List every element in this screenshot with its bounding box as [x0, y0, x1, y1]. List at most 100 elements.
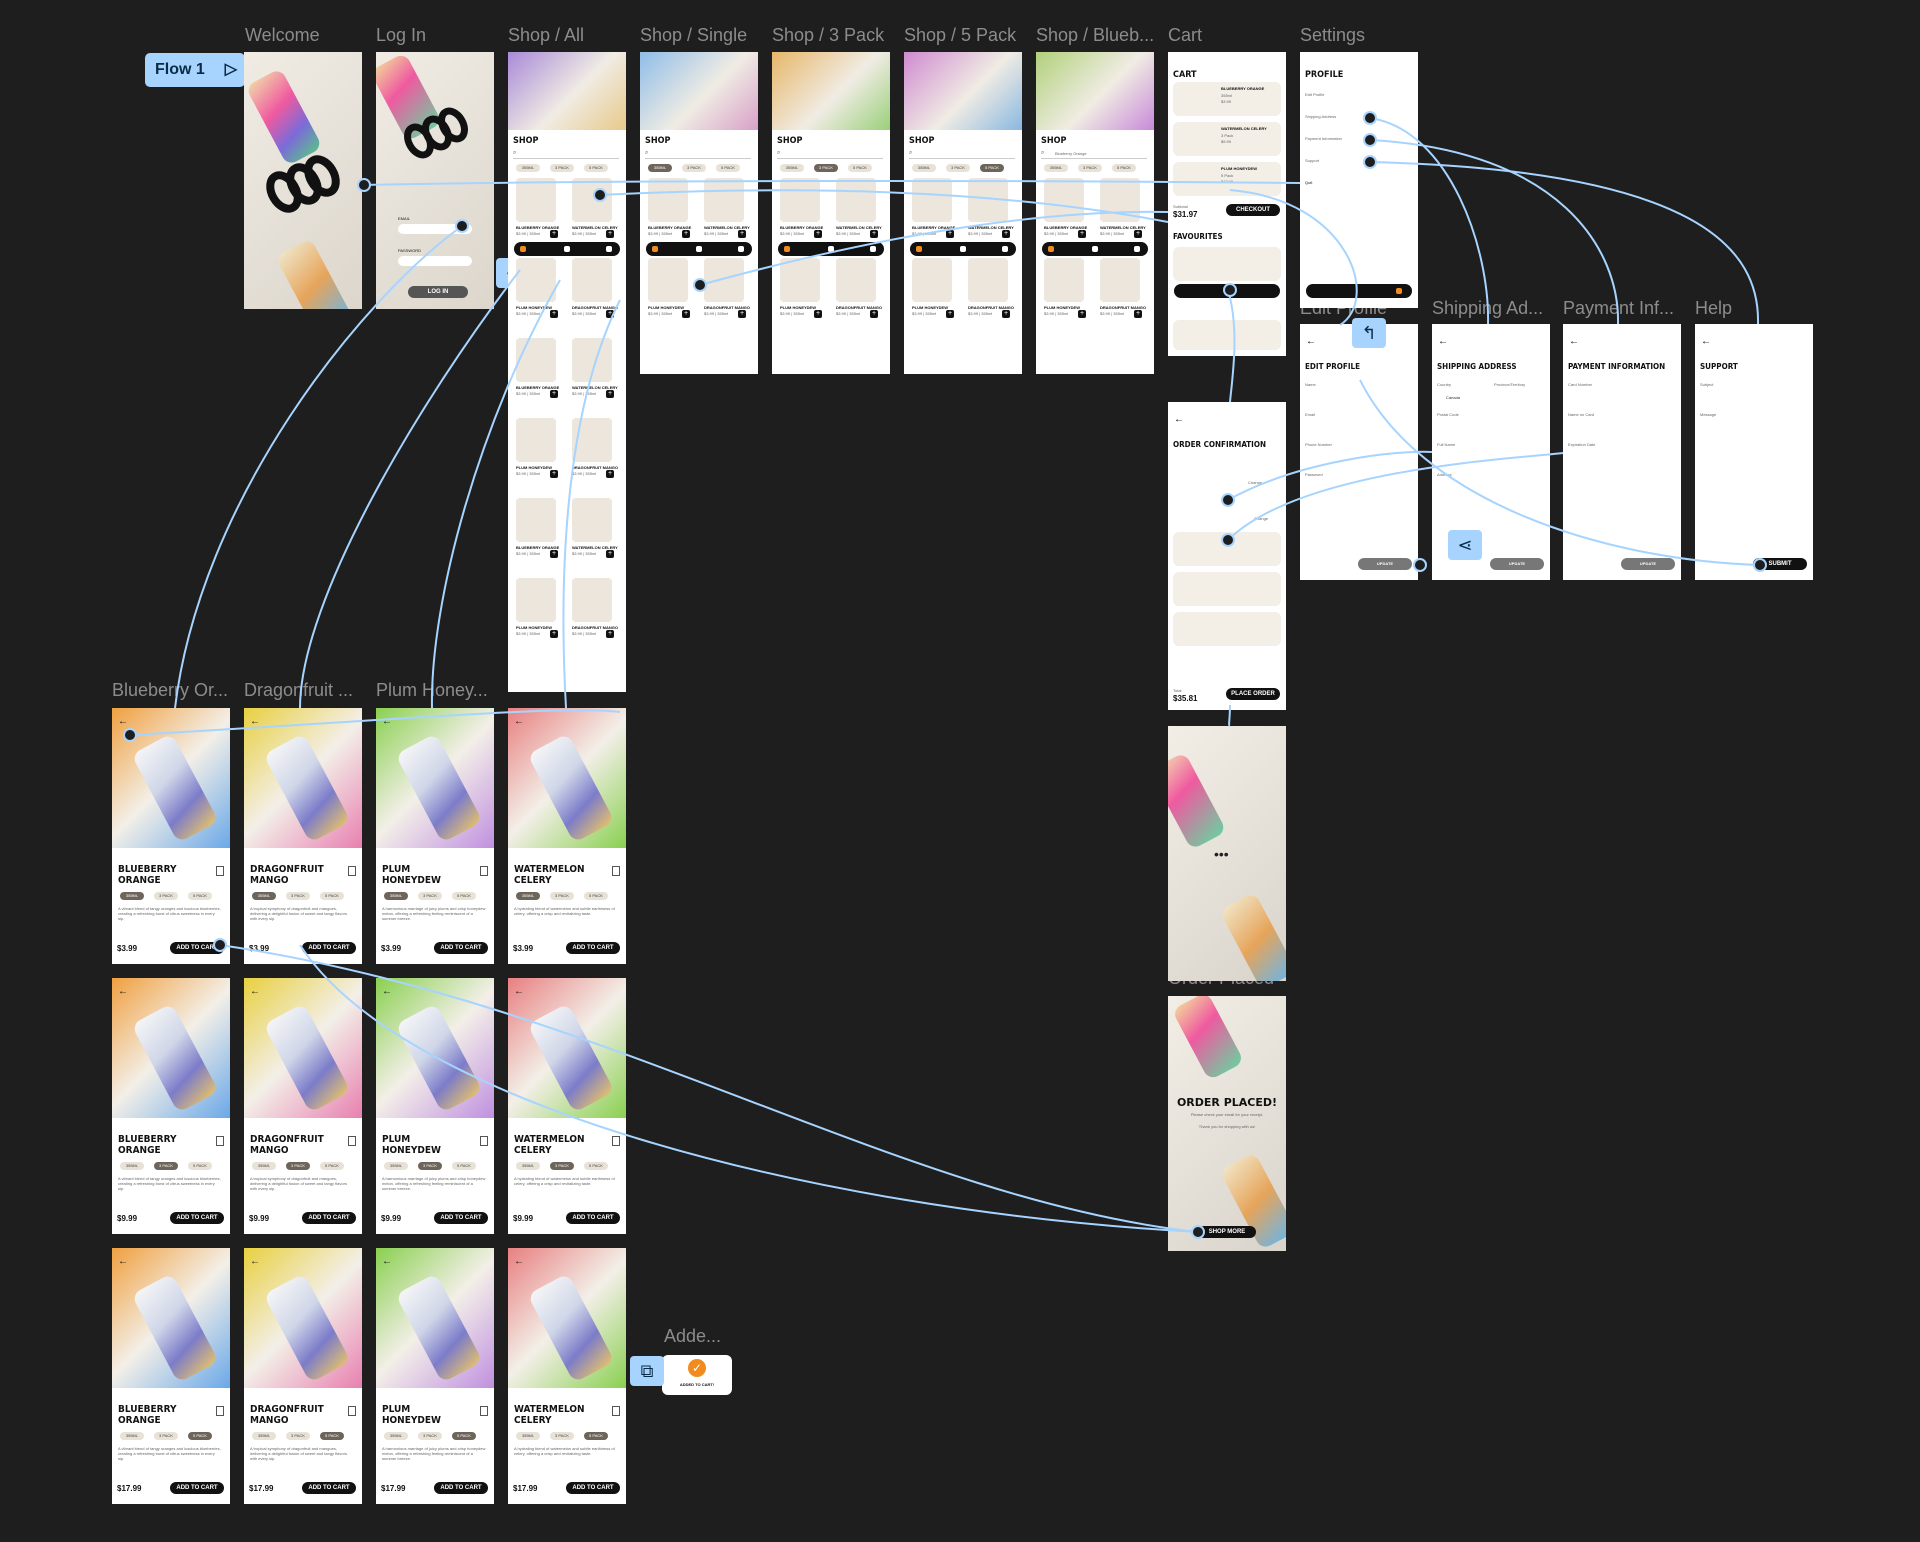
bookmark-icon[interactable]: [216, 866, 224, 876]
product-detail-frame[interactable]: ← DRAGONFRUIT MANGO 355ML 3 PACK 5 PACK A trop…: [244, 1248, 362, 1504]
add-to-cart-button[interactable]: ADD TO CART: [170, 1482, 224, 1494]
overlay-icon[interactable]: ⧉: [630, 1356, 664, 1386]
size-pill[interactable]: 355ML: [516, 1162, 540, 1170]
back-arrow-icon[interactable]: ←: [118, 986, 128, 997]
shop-nav-icon[interactable]: [652, 246, 658, 252]
search-input[interactable]: ⌕: [513, 150, 619, 159]
size-pill[interactable]: 355ML: [120, 1162, 144, 1170]
product-tile[interactable]: [648, 178, 688, 222]
frame-label-dragonfruit[interactable]: Dragonfruit ...: [244, 680, 353, 701]
frame-label-blueberry[interactable]: Blueberry Or...: [112, 680, 228, 701]
support-link[interactable]: Support: [1305, 158, 1319, 163]
size-pill[interactable]: 355ML: [252, 1432, 276, 1440]
add-icon[interactable]: +: [606, 230, 614, 238]
size-pill[interactable]: 355ML: [252, 892, 276, 900]
add-to-cart-button[interactable]: ADD TO CART: [170, 1212, 224, 1224]
cart-item-card[interactable]: BLUEBERRY ORANGE 355ml $3.99: [1173, 82, 1281, 116]
back-arrow-icon[interactable]: ←: [1306, 336, 1316, 347]
product-tile[interactable]: [968, 258, 1008, 302]
profile-nav-icon[interactable]: [1396, 288, 1402, 294]
shop-frame[interactable]: SHOP ⌕ 355ML 3 PACK 5 PACK BLUEBERRY ORANGE $3…: [640, 52, 758, 374]
add-icon[interactable]: +: [870, 310, 878, 318]
back-arrow-icon[interactable]: ←: [250, 986, 260, 997]
add-to-cart-button[interactable]: ADD TO CART: [434, 1482, 488, 1494]
add-icon[interactable]: +: [550, 390, 558, 398]
bottom-nav[interactable]: [646, 242, 752, 256]
size-pill[interactable]: 355ML: [252, 1162, 276, 1170]
frame-label-shipping[interactable]: Shipping Ad...: [1432, 298, 1543, 319]
add-icon[interactable]: +: [682, 310, 690, 318]
product-tile[interactable]: [912, 258, 952, 302]
add-to-cart-button[interactable]: ADD TO CART: [302, 942, 356, 954]
product-tile[interactable]: [1100, 258, 1140, 302]
add-icon[interactable]: +: [682, 230, 690, 238]
checkout-button[interactable]: CHECKOUT: [1226, 204, 1280, 216]
filter-pill[interactable]: 3 PACK: [946, 164, 970, 172]
product-tile[interactable]: [572, 578, 612, 622]
back-arrow-icon[interactable]: ←: [382, 986, 392, 997]
product-detail-frame[interactable]: ← PLUM HONEYDEW 355ML 3 PACK 5 PACK A harmonio…: [376, 1248, 494, 1504]
add-icon[interactable]: +: [738, 310, 746, 318]
add-to-cart-button[interactable]: ADD TO CART: [566, 1212, 620, 1224]
settings-frame[interactable]: PROFILE Edit Profile Shipping Address Pa…: [1300, 52, 1418, 308]
bookmark-icon[interactable]: [480, 1406, 488, 1416]
cart-item-card[interactable]: PLUM HONEYDEW 5 Pack $17.99: [1173, 162, 1281, 196]
shop-nav-icon[interactable]: [1048, 246, 1054, 252]
size-pill[interactable]: 5 PACK: [452, 1432, 476, 1440]
product-detail-frame[interactable]: ← DRAGONFRUIT MANGO 355ML 3 PACK 5 PACK A trop…: [244, 978, 362, 1234]
search-input[interactable]: ⌕: [645, 150, 751, 159]
frame-label-shop-single[interactable]: Shop / Single: [640, 25, 747, 46]
bottom-nav[interactable]: [1174, 284, 1280, 298]
size-pill[interactable]: 5 PACK: [584, 892, 608, 900]
add-icon[interactable]: +: [946, 230, 954, 238]
email-field[interactable]: [398, 224, 472, 234]
product-detail-frame[interactable]: ← BLUEBERRY ORANGE 355ML 3 PACK 5 PACK A vibra…: [112, 708, 230, 964]
add-icon[interactable]: +: [814, 310, 822, 318]
size-pill[interactable]: 3 PACK: [154, 1432, 178, 1440]
product-tile[interactable]: [572, 418, 612, 462]
filter-pill[interactable]: 3 PACK: [1078, 164, 1102, 172]
update-button[interactable]: UPDATE: [1490, 558, 1544, 570]
filter-pill[interactable]: 5 PACK: [1112, 164, 1136, 172]
edit-profile-frame[interactable]: ← EDIT PROFILE Name Email Phone Number P…: [1300, 324, 1418, 580]
shop-nav-icon[interactable]: [784, 246, 790, 252]
shop-nav-icon[interactable]: [916, 246, 922, 252]
add-icon[interactable]: +: [738, 230, 746, 238]
shop-frame[interactable]: SHOP ⌕ 355ML 3 PACK 5 PACK BLUEBERRY ORANGE $3…: [772, 52, 890, 374]
size-pill[interactable]: 355ML: [384, 1162, 408, 1170]
bottom-nav[interactable]: [910, 242, 1016, 256]
size-pill[interactable]: 355ML: [384, 1432, 408, 1440]
size-pill[interactable]: 5 PACK: [452, 892, 476, 900]
bookmark-icon[interactable]: [480, 1136, 488, 1146]
filter-pill[interactable]: 355ML: [1044, 164, 1068, 172]
bookmark-icon[interactable]: [612, 1136, 620, 1146]
size-pill[interactable]: 355ML: [120, 892, 144, 900]
cart-nav-icon[interactable]: [564, 246, 570, 252]
product-tile[interactable]: [572, 498, 612, 542]
frame-label-cart[interactable]: Cart: [1168, 25, 1202, 46]
frame-label-plum[interactable]: Plum Honey...: [376, 680, 488, 701]
bookmark-icon[interactable]: [216, 1406, 224, 1416]
back-arrow-icon[interactable]: ←: [382, 716, 392, 727]
cart-nav-icon[interactable]: [1092, 246, 1098, 252]
frame-label-shop-all[interactable]: Shop / All: [508, 25, 584, 46]
password-field[interactable]: [398, 256, 472, 266]
bookmark-icon[interactable]: [216, 1136, 224, 1146]
update-button[interactable]: UPDATE: [1358, 558, 1412, 570]
back-arrow-icon[interactable]: ←: [382, 1256, 392, 1267]
add-to-cart-button[interactable]: ADD TO CART: [170, 942, 224, 954]
product-tile[interactable]: [1044, 258, 1084, 302]
product-tile[interactable]: [1100, 178, 1140, 222]
size-pill[interactable]: 5 PACK: [188, 1162, 212, 1170]
add-icon[interactable]: +: [946, 310, 954, 318]
loading-frame[interactable]: •••: [1168, 726, 1286, 981]
add-icon[interactable]: +: [550, 630, 558, 638]
filter-pill[interactable]: 3 PACK: [682, 164, 706, 172]
size-pill[interactable]: 3 PACK: [550, 1162, 574, 1170]
add-to-cart-button[interactable]: ADD TO CART: [434, 942, 488, 954]
product-tile[interactable]: [968, 178, 1008, 222]
product-tile[interactable]: [572, 178, 612, 222]
frame-label-shop-3pack[interactable]: Shop / 3 Pack: [772, 25, 884, 46]
welcome-frame[interactable]: [244, 52, 362, 309]
update-button[interactable]: UPDATE: [1621, 558, 1675, 570]
